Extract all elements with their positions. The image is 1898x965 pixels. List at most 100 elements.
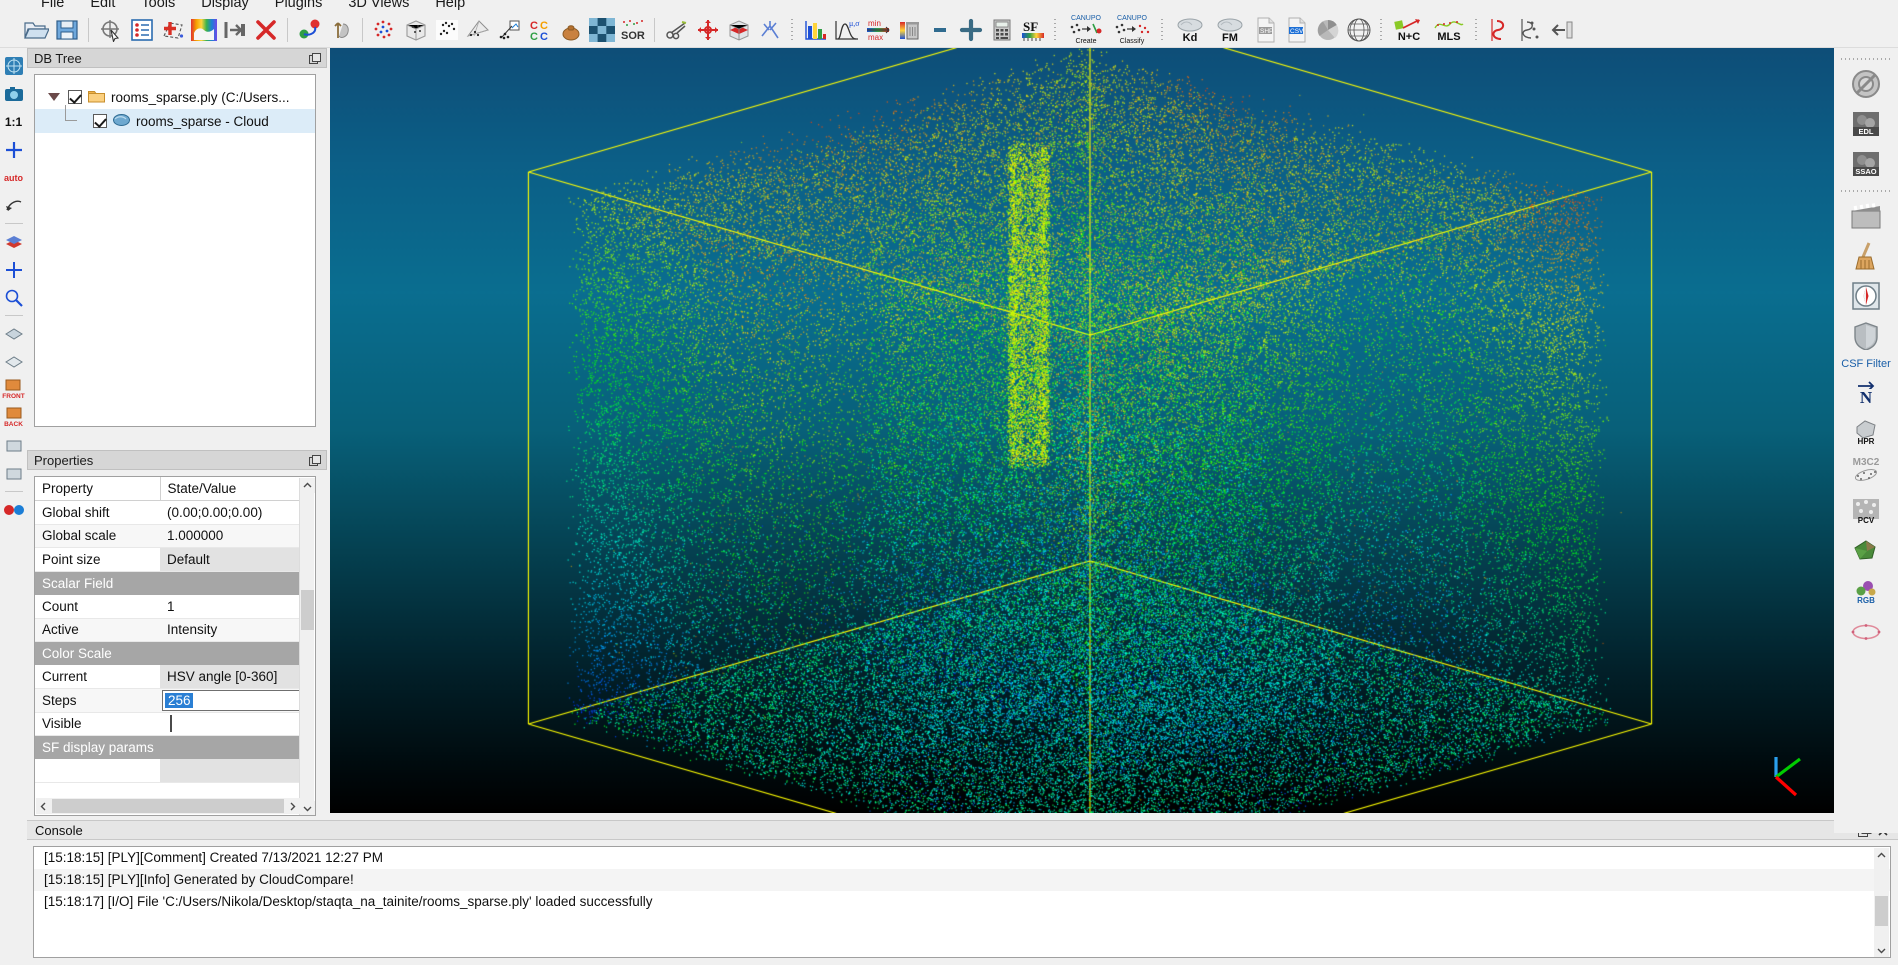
- camera-icon[interactable]: [1, 80, 26, 107]
- menu-plugins[interactable]: Plugins: [262, 0, 336, 12]
- menu-3d-views[interactable]: 3D Views: [335, 0, 422, 12]
- pick-point-icon[interactable]: [95, 14, 126, 45]
- menu-help[interactable]: Help: [422, 0, 478, 12]
- polyline-trace-icon[interactable]: [1484, 14, 1515, 45]
- sf-arithmetic-icon[interactable]: [924, 14, 955, 45]
- menu-edit[interactable]: Edit: [77, 0, 128, 12]
- histogram-icon[interactable]: [800, 14, 831, 45]
- sor-filter-icon[interactable]: SOR: [617, 14, 648, 45]
- view-right-icon[interactable]: [1, 460, 26, 487]
- segment-plus-icon[interactable]: [157, 14, 188, 45]
- scatter-points-icon[interactable]: [431, 14, 462, 45]
- properties-hscroll-thumb[interactable]: [52, 799, 284, 813]
- compass-icon[interactable]: [1838, 278, 1894, 314]
- m3c2-icon[interactable]: M3C2: [1838, 454, 1894, 490]
- scroll-down-icon[interactable]: [1874, 943, 1889, 957]
- scroll-right-icon[interactable]: [285, 798, 300, 814]
- pie-chart-icon[interactable]: [1312, 14, 1343, 45]
- add-plus-icon[interactable]: [955, 14, 986, 45]
- view-left-icon[interactable]: [1, 432, 26, 459]
- menu-tools[interactable]: Tools: [128, 0, 188, 12]
- mesh-cube-icon[interactable]: [400, 14, 431, 45]
- properties-scroll-thumb[interactable]: [301, 590, 314, 630]
- match-bbox-icon[interactable]: [325, 14, 356, 45]
- db-tree-float-icon[interactable]: [309, 53, 321, 65]
- ortho-projection-icon[interactable]: [1, 228, 26, 255]
- gaussian-filter-icon[interactable]: μ,σ: [831, 14, 862, 45]
- pick-rotation-center-icon[interactable]: [1, 192, 26, 219]
- magnifier-icon[interactable]: [1, 284, 26, 311]
- active-sf-combo[interactable]: Intensity: [160, 618, 303, 642]
- colors-rainbow-icon[interactable]: [188, 14, 219, 45]
- globe-view-icon[interactable]: [1, 52, 26, 79]
- cloud-to-mesh-dist-icon[interactable]: [493, 14, 524, 45]
- scroll-down-icon[interactable]: [300, 801, 315, 815]
- no-shader-icon[interactable]: [1838, 66, 1894, 102]
- toolbar-grip[interactable]: [1052, 16, 1059, 43]
- console-log-list[interactable]: [15:18:15] [PLY][Comment] Created 7/13/2…: [33, 846, 1891, 958]
- tree-item-rooms-sparse-cloud[interactable]: rooms_sparse - Cloud: [35, 105, 315, 133]
- zoom-fit-icon[interactable]: [1, 136, 26, 163]
- polyhedron-icon[interactable]: [1838, 534, 1894, 570]
- checkerboard-icon[interactable]: [586, 14, 617, 45]
- 3d-view[interactable]: 5: [330, 48, 1834, 813]
- menu-file[interactable]: File: [28, 0, 77, 12]
- toolbar-grip[interactable]: [1473, 16, 1480, 43]
- save-floppy-icon[interactable]: [51, 14, 82, 45]
- translate-rotate-icon[interactable]: [692, 14, 723, 45]
- toolbar-grip[interactable]: [1841, 56, 1891, 62]
- toolbar-grip[interactable]: [789, 16, 796, 43]
- sf-delete-icon[interactable]: [893, 14, 924, 45]
- globe-grid-icon[interactable]: [1343, 14, 1374, 45]
- min-max-icon[interactable]: min max: [862, 14, 893, 45]
- open-folder-icon[interactable]: [20, 14, 51, 45]
- console-scroll-thumb[interactable]: [1875, 896, 1888, 926]
- delete-cross-icon[interactable]: [250, 14, 281, 45]
- zoom-1to1-icon[interactable]: 1:1: [1, 108, 26, 135]
- auto-zoom-icon[interactable]: auto: [1, 164, 26, 191]
- cc-compare-icon[interactable]: C C C C: [524, 14, 555, 45]
- toolbar-grip[interactable]: [1159, 16, 1166, 43]
- ellipse-fit-icon[interactable]: [1838, 614, 1894, 650]
- subsample-points-icon[interactable]: [369, 14, 400, 45]
- shp-export-icon[interactable]: SHP: [1250, 14, 1281, 45]
- align-clouds-icon[interactable]: [294, 14, 325, 45]
- csf-shield-icon[interactable]: [1838, 318, 1894, 354]
- scroll-up-icon[interactable]: [1874, 848, 1889, 863]
- menu-display[interactable]: Display: [188, 0, 262, 12]
- toolbar-grip[interactable]: [1378, 16, 1385, 43]
- csv-export-icon[interactable]: CSV: [1281, 14, 1312, 45]
- center-crosshair-icon[interactable]: [1, 256, 26, 283]
- tree-checkbox[interactable]: [68, 90, 82, 104]
- properties-float-icon[interactable]: [309, 455, 321, 467]
- property-value[interactable]: [160, 759, 303, 783]
- sand-bag-icon[interactable]: [555, 14, 586, 45]
- edl-shader-icon[interactable]: EDL: [1838, 106, 1894, 142]
- enter-arrow-icon[interactable]: [219, 14, 250, 45]
- visible-checkbox[interactable]: [170, 715, 172, 733]
- steps-value[interactable]: 256: [165, 692, 193, 708]
- view-front-icon[interactable]: FRONT: [1, 376, 26, 403]
- canupo-classify-icon[interactable]: CANUPO Classify: [1109, 14, 1155, 45]
- undo-arrow-icon[interactable]: [1546, 14, 1577, 45]
- broom-cleaning-icon[interactable]: [1838, 238, 1894, 274]
- rgb-convert-icon[interactable]: RGB: [1838, 574, 1894, 610]
- view-top-icon[interactable]: [1, 320, 26, 347]
- tree-item-rooms-sparse-ply[interactable]: rooms_sparse.ply (C:/Users...: [35, 85, 315, 109]
- scroll-up-icon[interactable]: [300, 478, 315, 493]
- console-vertical-scrollbar[interactable]: [1874, 848, 1889, 957]
- expand-triangle-icon[interactable]: [48, 93, 60, 101]
- scroll-left-icon[interactable]: [36, 798, 51, 814]
- list-properties-icon[interactable]: [126, 14, 157, 45]
- properties-table-container[interactable]: Property State/Value Global shift (0.00;…: [34, 476, 316, 816]
- normals-curvature-icon[interactable]: N+C: [1389, 14, 1429, 45]
- toolbar-grip[interactable]: [1841, 188, 1891, 194]
- visible-cell[interactable]: [160, 712, 303, 736]
- mls-smooth-icon[interactable]: MLS: [1429, 14, 1469, 45]
- point-cloud-canvas[interactable]: [330, 48, 1834, 813]
- north-arrow-icon[interactable]: N: [1838, 374, 1894, 410]
- normals-icon[interactable]: [754, 14, 785, 45]
- properties-horizontal-scrollbar[interactable]: [36, 798, 300, 814]
- color-scale-combo[interactable]: HSV angle [0-360]: [160, 665, 303, 689]
- view-bottom-icon[interactable]: [1, 348, 26, 375]
